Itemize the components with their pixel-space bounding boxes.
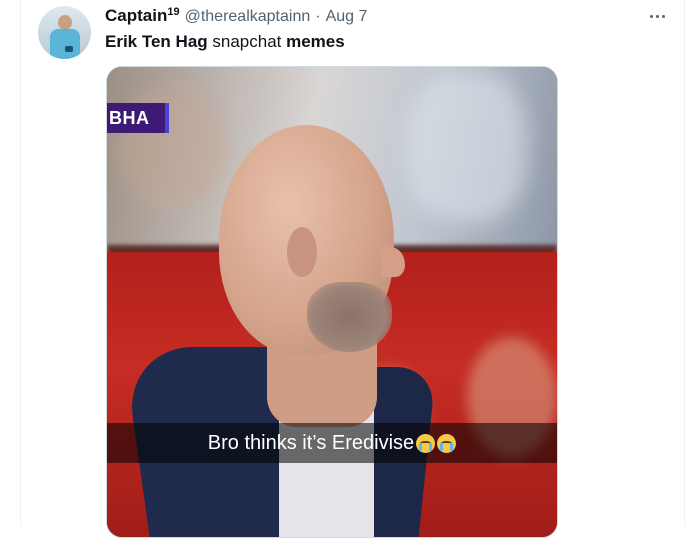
man-beard [307,282,392,352]
tweet-text-bold-name: Erik Ten Hag [105,32,208,51]
timeline-divider-right [684,0,685,527]
more-dot [649,14,653,18]
display-name[interactable]: Captain19 [105,6,180,26]
loudly-crying-face-icon [416,433,436,453]
loudly-crying-face-icon [437,433,457,453]
tweet-text-middle: snapchat [207,32,287,51]
snapchat-caption-bar: Bro thinks it’s Eredivise [107,423,557,463]
user-handle[interactable]: @therealkaptainn [185,8,311,26]
crowd-blur [407,72,527,222]
header-separator: · [315,8,321,25]
broadcast-team-tag: BHA [107,103,169,133]
tweet-date[interactable]: Aug 7 [326,8,368,26]
avatar-shirt-badge [65,46,73,52]
more-options-icon[interactable] [647,10,667,22]
avatar-person-shirt [50,29,80,59]
more-dot [661,14,665,18]
tweet[interactable]: Captain19 @therealkaptainn · Aug 7 Erik … [21,0,684,538]
avatar[interactable] [38,6,91,59]
avatar-person-head [58,15,72,30]
tweet-text: Erik Ten Hag snapchat memes [105,32,345,52]
tweet-media-image[interactable]: BHA Bro thinks it’s Eredivise [106,66,558,538]
snapchat-caption-text: Bro thinks it’s Eredivise [207,431,415,454]
tweet-text-bold-memes: memes [286,32,345,51]
more-dot [655,14,659,18]
man-ear [287,227,317,277]
display-name-superscript: 19 [167,6,180,18]
tweet-header: Captain19 @therealkaptainn · Aug 7 [105,6,367,28]
